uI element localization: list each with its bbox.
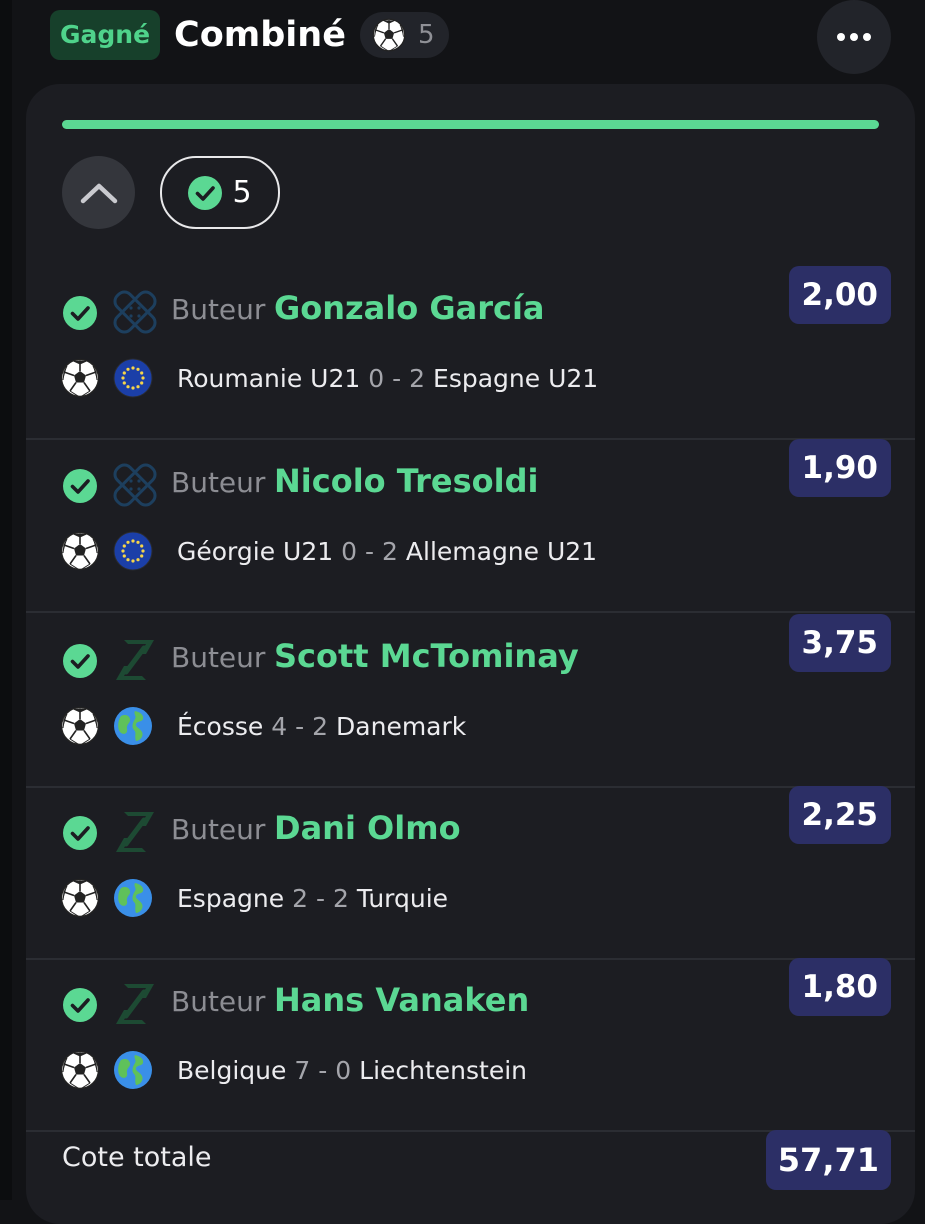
away-team: Turquie <box>356 884 449 913</box>
away-team: Espagne U21 <box>433 364 599 393</box>
football-icon <box>372 18 406 52</box>
total-odds-row: Cote totale 57,71 <box>26 1104 915 1224</box>
away-score: 2 <box>409 364 426 393</box>
odds-badge[interactable]: 1,80 <box>788 958 891 1016</box>
check-circle-icon <box>63 988 97 1022</box>
match-line: Belgique 7 - 0 Liechtenstein <box>177 1056 527 1085</box>
odds-badge[interactable]: 1,90 <box>788 439 891 497</box>
football-icon <box>60 878 100 918</box>
away-team: Allemagne U21 <box>405 537 598 566</box>
home-score: 2 <box>292 884 309 913</box>
player-name: Hans Vanaken <box>274 981 530 1019</box>
odds-badge[interactable]: 3,75 <box>788 614 891 672</box>
chevron-up-icon <box>80 183 117 203</box>
home-score: 0 <box>368 364 385 393</box>
market-label: Buteur <box>171 641 266 674</box>
bet-header: Gagné Combiné 5 <box>50 0 891 74</box>
away-score: 2 <box>332 884 349 913</box>
eu-flag-icon <box>113 358 153 398</box>
score-separator: - <box>365 537 375 566</box>
market-label: Buteur <box>171 985 266 1018</box>
football-icon <box>60 358 100 398</box>
match-line: Géorgie U21 0 - 2 Allemagne U21 <box>177 537 597 566</box>
score-separator: - <box>315 884 325 913</box>
away-score: 2 <box>381 537 398 566</box>
away-score: 2 <box>312 712 329 741</box>
home-team: Roumanie U21 <box>177 364 361 393</box>
home-team: Écosse <box>177 712 264 741</box>
check-circle-icon <box>63 296 97 330</box>
globe-icon <box>113 706 153 746</box>
player-name: Gonzalo García <box>274 289 545 327</box>
score-separator: - <box>392 364 402 393</box>
away-team: Danemark <box>336 712 467 741</box>
score: 2 - 2 <box>292 884 349 913</box>
check-circle-icon <box>63 469 97 503</box>
player-name: Scott McTominay <box>274 637 579 675</box>
player-name: Dani Olmo <box>274 809 461 847</box>
selection-row[interactable]: Buteur Gonzalo García 2,00 Roumanie U21 0 - … <box>26 266 915 440</box>
market-label: Buteur <box>171 813 266 846</box>
home-team: Belgique <box>177 1056 287 1085</box>
selection-count: 5 <box>417 20 435 50</box>
odds-badge[interactable]: 2,25 <box>788 786 891 844</box>
home-team: Espagne <box>177 884 285 913</box>
player-name: Nicolo Tresoldi <box>274 462 539 500</box>
score-separator: - <box>318 1056 328 1085</box>
eu-flag-icon <box>113 531 153 571</box>
collapse-button[interactable] <box>62 156 135 229</box>
progress-bar <box>62 120 879 129</box>
boost-icon <box>110 634 160 686</box>
match-line: Écosse 4 - 2 Danemark <box>177 712 466 741</box>
bet-title: Combiné <box>174 15 346 55</box>
total-odds-value: 57,71 <box>765 1130 891 1190</box>
away-team: Liechtenstein <box>359 1056 528 1085</box>
odds-badge[interactable]: 2,00 <box>788 266 891 324</box>
football-icon <box>60 706 100 746</box>
check-circle-icon <box>188 176 222 210</box>
home-score: 0 <box>341 537 358 566</box>
market-label: Buteur <box>171 293 266 326</box>
bandage-icon <box>110 459 160 511</box>
globe-icon <box>113 1050 153 1090</box>
selection-row[interactable]: Buteur Scott McTominay 3,75 Écosse 4 - 2 Dane… <box>26 614 915 788</box>
won-count-chip[interactable]: 5 <box>160 156 280 229</box>
away-score: 0 <box>335 1056 352 1085</box>
status-badge: Gagné <box>50 10 161 60</box>
more-dot <box>850 33 858 41</box>
globe-icon <box>113 878 153 918</box>
boost-icon <box>110 978 160 1030</box>
selection-row[interactable]: Buteur Nicolo Tresoldi 1,90 Géorgie U21 0 - … <box>26 439 915 613</box>
market-label: Buteur <box>171 466 266 499</box>
score-separator: - <box>295 712 305 741</box>
score: 0 - 2 <box>341 537 398 566</box>
boost-icon <box>110 806 160 858</box>
selection-row[interactable]: Buteur Dani Olmo 2,25 Espagne 2 - 2 Turquie <box>26 786 915 960</box>
home-team: Géorgie U21 <box>177 537 334 566</box>
check-circle-icon <box>63 644 97 678</box>
score: 0 - 2 <box>368 364 425 393</box>
check-circle-icon <box>63 816 97 850</box>
match-line: Roumanie U21 0 - 2 Espagne U21 <box>177 364 598 393</box>
selection-count-chip: 5 <box>359 12 449 58</box>
total-odds-label: Cote totale <box>62 1142 212 1173</box>
bandage-icon <box>110 286 160 338</box>
won-count: 5 <box>232 175 252 210</box>
bet-card: 5 Buteur Gonzalo García 2,00 Roumanie U21 0 … <box>26 84 915 1224</box>
football-icon <box>60 531 100 571</box>
home-score: 7 <box>294 1056 311 1085</box>
home-score: 4 <box>271 712 288 741</box>
score: 7 - 0 <box>294 1056 351 1085</box>
more-dot <box>863 33 871 41</box>
more-horizontal-icon <box>837 33 845 41</box>
match-line: Espagne 2 - 2 Turquie <box>177 884 448 913</box>
football-icon <box>60 1050 100 1090</box>
more-options-button[interactable] <box>817 0 891 74</box>
score: 4 - 2 <box>271 712 328 741</box>
left-edge <box>0 0 12 1200</box>
